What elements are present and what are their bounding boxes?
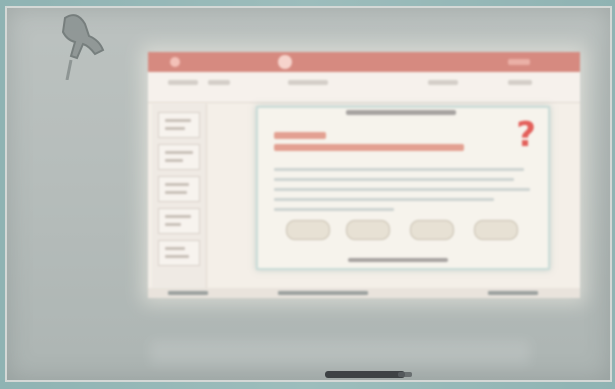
partner-logo xyxy=(286,220,330,240)
partner-logo xyxy=(346,220,390,240)
app-title-bar xyxy=(148,52,580,72)
slide-canvas: ? xyxy=(256,106,550,270)
ribbon-toolbar xyxy=(148,72,580,103)
question-mark-icon: ? xyxy=(516,115,536,155)
slide-footer-bar xyxy=(348,258,448,262)
slide-thumbnails-panel xyxy=(152,104,207,292)
title-glare xyxy=(278,55,292,69)
marker-pen-icon xyxy=(325,371,405,378)
partner-logo xyxy=(474,220,518,240)
slide-header-bar xyxy=(346,110,456,115)
slide-thumbnail xyxy=(158,112,200,138)
slide-title xyxy=(274,130,474,156)
slide-thumbnail xyxy=(158,240,200,266)
binder-clip-icon xyxy=(61,14,105,80)
window-icon xyxy=(170,57,180,67)
status-bar xyxy=(148,288,580,298)
partner-logo xyxy=(410,220,454,240)
projected-screen: ? xyxy=(148,52,580,298)
marker-cap xyxy=(398,372,412,377)
slide-thumbnail xyxy=(158,176,200,202)
window-controls xyxy=(508,59,530,65)
board-smudge xyxy=(150,340,530,365)
slide-thumbnail xyxy=(158,208,200,234)
slide-thumbnail xyxy=(158,144,200,170)
